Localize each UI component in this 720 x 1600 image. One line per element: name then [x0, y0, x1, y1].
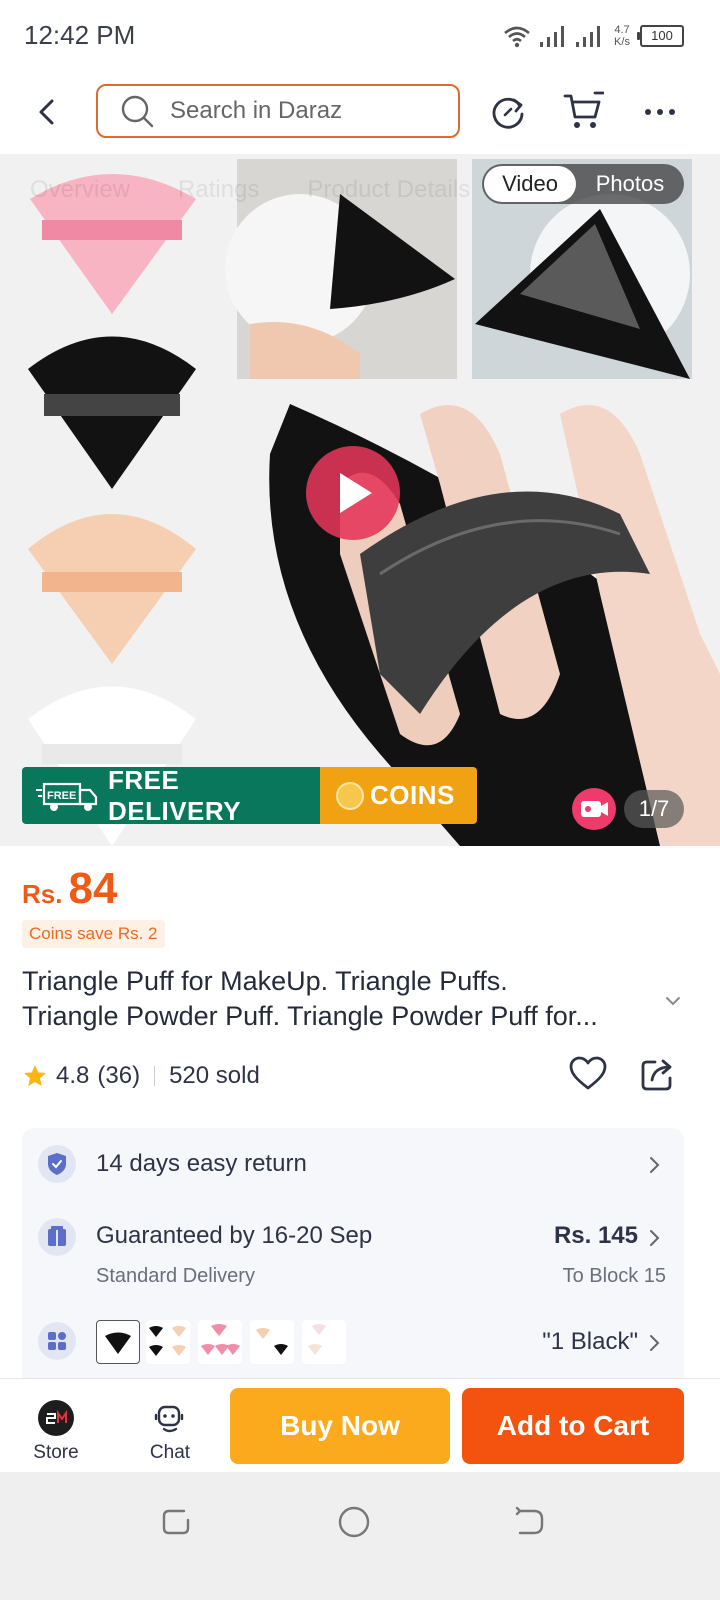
network-speed-value: 4.7 [614, 24, 630, 36]
store-label: Store [33, 1442, 79, 1463]
cart-button[interactable] [562, 90, 605, 132]
tab-ratings[interactable]: Ratings [178, 176, 259, 204]
wifi-icon [504, 26, 530, 48]
play-icon [340, 473, 372, 513]
variant-swatch-3[interactable] [198, 1320, 242, 1364]
cart-icon [563, 91, 605, 128]
chat-label: Chat [149, 1442, 191, 1463]
price-currency: Rs. [22, 879, 63, 909]
coins-save-badge: Coins save Rs. 2 [22, 920, 165, 948]
variant-swatch-4[interactable] [250, 1320, 294, 1364]
buy-now-button[interactable]: Buy Now [230, 1388, 450, 1464]
network-speed-unit: K/s [614, 36, 630, 48]
nav-back-icon[interactable] [512, 1504, 548, 1540]
delivery-truck-icon: FREE [36, 782, 98, 811]
variant-swatch-1-black[interactable] [96, 1320, 140, 1364]
product-title[interactable]: Triangle Puff for MakeUp. Triangle Puffs… [22, 964, 662, 1034]
coin-icon [336, 781, 364, 810]
back-button[interactable] [30, 94, 66, 130]
price-value: 84 [68, 864, 118, 913]
variant-swatch-2[interactable] [146, 1320, 190, 1364]
add-to-cart-button[interactable]: Add to Cart [462, 1388, 684, 1464]
signal-icon-2 [576, 26, 600, 47]
product-price: Rs. 84 [22, 864, 117, 914]
product-title-line1: Triangle Puff for MakeUp. Triangle Puffs… [22, 966, 508, 996]
more-icon [645, 109, 651, 115]
tab-overview[interactable]: Overview [30, 176, 130, 204]
status-time: 12:42 PM [24, 20, 136, 50]
chevron-right-icon[interactable] [648, 1333, 662, 1353]
coins-banner: COINS [320, 767, 477, 824]
battery-icon: 100 [637, 25, 684, 47]
recents-icon[interactable] [158, 1504, 194, 1540]
rating-count: (36) [97, 1062, 141, 1089]
rating-row[interactable]: 4.8 (36) 520 sold [22, 1058, 260, 1094]
chevron-right-icon[interactable] [648, 1155, 662, 1175]
coins-label: COINS [370, 780, 455, 810]
search-icon [121, 95, 154, 128]
store-logo-icon [38, 1400, 74, 1436]
delivery-box-icon [38, 1218, 76, 1256]
image-counter: 1/7 [624, 790, 684, 828]
rating-value: 4.8 [56, 1062, 90, 1089]
free-delivery-label: FREE DELIVERY [107, 764, 242, 826]
search-input[interactable] [168, 96, 432, 126]
video-camera-icon[interactable] [572, 788, 616, 830]
chevron-down-icon [666, 997, 680, 1006]
heart-icon [569, 1056, 607, 1090]
variants-grid-icon [38, 1322, 76, 1360]
return-policy[interactable]: 14 days easy return [96, 1150, 307, 1178]
share-icon [641, 1059, 672, 1091]
back-arrow-icon [39, 99, 54, 125]
network-speed: 4.7 K/s [610, 24, 634, 48]
toggle-photos[interactable]: Photos [580, 166, 680, 202]
toggle-video[interactable]: Video [484, 166, 576, 202]
section-tabs-faded: Overview Ratings Product Details [30, 176, 470, 204]
expand-title-button[interactable] [662, 990, 684, 1012]
tab-product-details[interactable]: Product Details [307, 176, 470, 204]
product-title-line2: Triangle Powder Puff. Triangle Powder Pu… [22, 1001, 598, 1031]
selected-variant[interactable]: "1 Black" [490, 1328, 638, 1356]
chat-icon [154, 1405, 184, 1433]
signal-icon [540, 26, 564, 47]
status-icons: 4.7 K/s 100 [502, 20, 684, 52]
share-button[interactable] [638, 1054, 678, 1094]
refresh-icon [492, 97, 524, 129]
variant-swatch-5[interactable] [302, 1320, 346, 1364]
refresh-button[interactable] [488, 92, 528, 132]
divider [154, 1066, 156, 1086]
delivery-guarantee[interactable]: Guaranteed by 16-20 Sep [96, 1222, 372, 1250]
delivery-fee: Rs. 145 [553, 1222, 638, 1249]
header [0, 72, 720, 154]
play-video-button[interactable] [306, 446, 400, 540]
chevron-right-icon[interactable] [648, 1228, 662, 1248]
return-shield-icon [38, 1145, 76, 1183]
more-button[interactable] [640, 94, 680, 130]
free-tag: FREE [47, 789, 76, 801]
delivery-location: To Block 15 [562, 1265, 666, 1287]
delivery-type: Standard Delivery [96, 1265, 255, 1287]
video-camera-glyph [581, 801, 608, 817]
star-icon [24, 1065, 46, 1086]
free-delivery-banner: FREE FREE DELIVERY [22, 764, 320, 826]
wishlist-button[interactable] [568, 1054, 608, 1094]
home-icon[interactable] [336, 1504, 372, 1540]
sold-count: 520 sold [169, 1062, 260, 1089]
search-box[interactable] [96, 84, 460, 138]
